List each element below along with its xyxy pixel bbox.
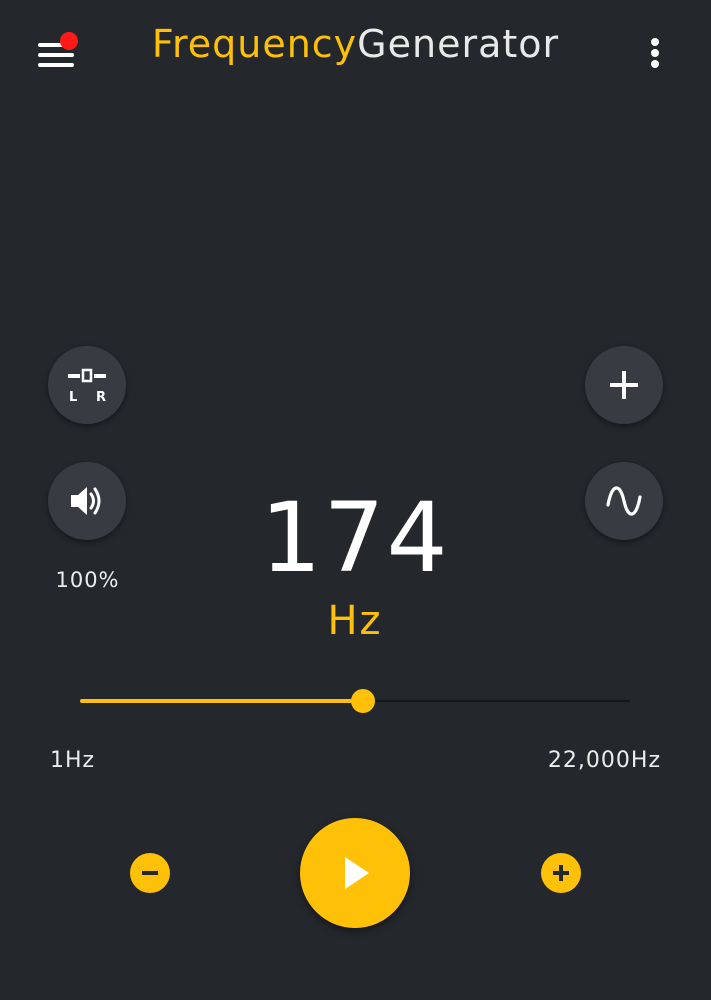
frequency-value[interactable]: 174 xyxy=(155,478,555,598)
more-vert-icon-dot xyxy=(651,60,659,68)
play-button[interactable] xyxy=(300,818,410,928)
minus-circle-icon xyxy=(142,871,158,875)
increase-frequency-button[interactable] xyxy=(541,853,581,893)
slider-max-label: 22,000Hz xyxy=(547,748,661,773)
sine-wave-icon xyxy=(606,486,642,516)
add-preset-button[interactable] xyxy=(585,346,663,424)
plus-circle-icon xyxy=(553,865,569,881)
decrease-frequency-button[interactable] xyxy=(130,853,170,893)
app-title-generator: Generator xyxy=(357,22,560,66)
speaker-icon xyxy=(71,487,101,515)
balance-left-label: L xyxy=(69,390,77,405)
app-title: FrequencyGenerator xyxy=(0,22,711,66)
volume-button[interactable] xyxy=(48,462,126,540)
plus-icon xyxy=(610,371,638,399)
volume-percent-label: 100% xyxy=(55,568,120,592)
more-options-button[interactable] xyxy=(640,30,670,74)
slider-min-label: 1Hz xyxy=(50,748,96,773)
frequency-slider-thumb[interactable] xyxy=(351,689,376,713)
app-title-frequency: Frequency xyxy=(151,22,358,66)
balance-button[interactable]: L R xyxy=(48,346,126,424)
more-vert-icon xyxy=(651,38,659,46)
balance-right-label: R xyxy=(96,390,106,405)
frequency-slider-fill xyxy=(80,699,364,703)
balance-lr-icon: L R xyxy=(68,368,106,405)
more-vert-icon-dot xyxy=(651,49,659,57)
frequency-unit: Hz xyxy=(327,598,383,644)
play-icon xyxy=(345,857,369,889)
waveform-button[interactable] xyxy=(585,462,663,540)
